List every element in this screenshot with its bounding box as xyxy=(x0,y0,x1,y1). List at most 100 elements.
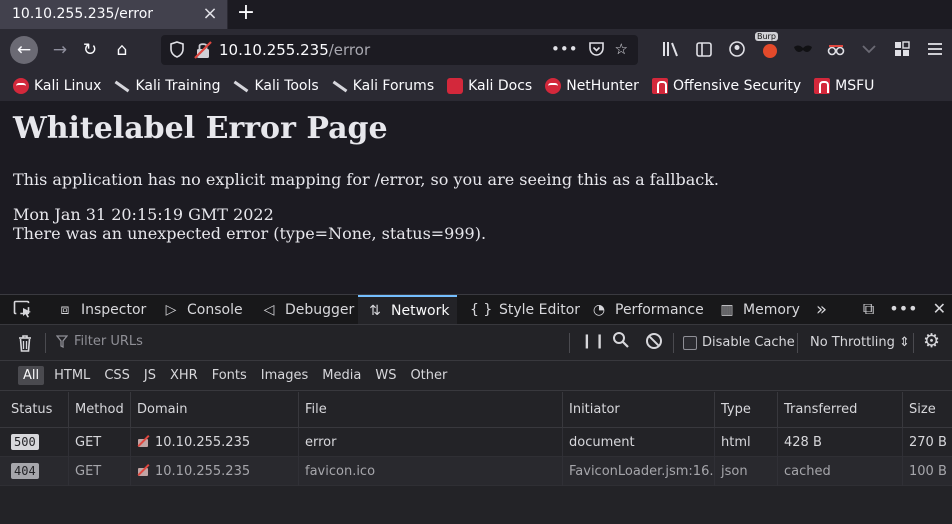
tab-network[interactable]: ⇅ Network xyxy=(358,295,458,324)
home-button[interactable]: ⌂ xyxy=(108,36,136,64)
memory-icon: ▥ xyxy=(720,301,734,318)
cell-initiator: FaviconLoader.jsm:16... xyxy=(562,457,714,486)
more-tabs-chevron-icon[interactable]: » xyxy=(814,295,829,324)
navigation-toolbar: ← → ↻ ⌂ 10.10.255.235/error ••• ☆ Burp xyxy=(0,29,952,71)
cell-transferred: cached xyxy=(777,457,902,486)
column-domain[interactable]: Domain xyxy=(130,392,298,428)
filter-xhr[interactable]: XHR xyxy=(163,366,205,385)
error-message: This application has no explicit mapping… xyxy=(13,170,719,189)
search-icon[interactable] xyxy=(612,331,630,353)
tab-title: 10.10.255.235/error xyxy=(12,6,154,22)
bookmark-msfu[interactable]: MSFU xyxy=(814,78,874,94)
tab-style-editor[interactable]: { } Style Editor xyxy=(466,295,584,324)
forward-button[interactable]: → xyxy=(46,36,74,64)
disable-cache-label: Disable Cache xyxy=(702,335,795,350)
sidebar-icon[interactable] xyxy=(693,38,715,60)
bookmark-kali-docs[interactable]: Kali Docs xyxy=(447,78,532,94)
reload-button[interactable]: ↻ xyxy=(76,36,104,64)
back-button[interactable]: ← xyxy=(10,36,38,64)
page-actions-icon[interactable]: ••• xyxy=(551,40,578,61)
bookmark-star-icon[interactable]: ☆ xyxy=(615,40,628,61)
filter-js[interactable]: JS xyxy=(137,366,163,385)
clear-trash-icon[interactable] xyxy=(15,333,35,353)
filter-ws[interactable]: WS xyxy=(368,366,403,385)
style-editor-icon: { } xyxy=(470,301,493,318)
bookmark-kali-forums[interactable]: Kali Forums xyxy=(332,78,434,94)
offsec-icon xyxy=(651,78,668,94)
bookmark-label: Kali Training xyxy=(135,78,221,94)
bookmark-kali-tools[interactable]: Kali Tools xyxy=(233,78,318,94)
pocket-icon[interactable] xyxy=(588,40,605,61)
tab-console[interactable]: ▷ Console xyxy=(158,295,247,324)
account-icon[interactable] xyxy=(726,38,748,60)
filter-html[interactable]: HTML xyxy=(47,366,97,385)
tab-memory[interactable]: ▥ Memory xyxy=(714,295,804,324)
pause-recording-icon[interactable]: ❙❙ xyxy=(581,333,606,349)
network-toolbar: Filter URLs ❙❙ Disable Cache No Throttli… xyxy=(0,325,952,361)
insecure-lock-icon[interactable] xyxy=(194,40,212,60)
spy-icon[interactable] xyxy=(825,38,847,60)
column-method[interactable]: Method xyxy=(68,392,130,428)
table-row[interactable]: 404 GET 10.10.255.235 favicon.ico Favico… xyxy=(0,457,952,486)
console-icon: ▷ xyxy=(165,301,177,318)
kali-icon xyxy=(13,78,29,94)
settings-gear-icon[interactable]: ⚙ xyxy=(923,330,940,352)
tab-label: Performance xyxy=(615,301,704,318)
domain-text: 10.10.255.235 xyxy=(155,464,251,479)
nethunter-icon xyxy=(545,78,562,94)
column-file[interactable]: File xyxy=(298,392,562,428)
bookmark-nethunter[interactable]: NetHunter xyxy=(545,78,639,94)
column-transferred[interactable]: Transferred xyxy=(777,392,902,428)
mask-icon[interactable] xyxy=(792,38,814,60)
cell-status: 500 xyxy=(0,428,68,457)
bookmark-kali-linux[interactable]: Kali Linux xyxy=(13,78,101,94)
kali-dragon-icon xyxy=(332,78,348,94)
element-picker-icon[interactable] xyxy=(13,300,33,318)
disable-cache-checkbox[interactable] xyxy=(683,336,697,350)
chevron-icon[interactable] xyxy=(858,38,880,60)
close-devtools-icon[interactable]: ✕ xyxy=(933,299,946,319)
burp-icon[interactable]: Burp xyxy=(755,32,781,60)
filter-images[interactable]: Images xyxy=(254,366,316,385)
url-bar[interactable]: 10.10.255.235/error ••• ☆ xyxy=(161,35,638,65)
new-tab-button[interactable]: + xyxy=(234,0,258,25)
library-icon[interactable] xyxy=(660,38,682,60)
tab-performance[interactable]: ◔ Performance xyxy=(586,295,708,324)
cell-size: 100 B xyxy=(902,457,952,486)
tab-close-icon[interactable]: × xyxy=(200,3,220,24)
bookmark-label: Offensive Security xyxy=(672,78,802,94)
tab-debugger[interactable]: ◁ Debugger xyxy=(256,295,358,324)
filter-fonts[interactable]: Fonts xyxy=(205,366,254,385)
extensions-icon[interactable] xyxy=(891,38,913,60)
filter-css[interactable]: CSS xyxy=(97,366,137,385)
throttling-select[interactable]: No Throttling ⇕ xyxy=(810,335,910,350)
tab-label: Inspector xyxy=(81,301,147,318)
column-initiator[interactable]: Initiator xyxy=(562,392,714,428)
page-heading: Whitelabel Error Page xyxy=(13,111,388,146)
block-requests-icon[interactable] xyxy=(646,333,662,349)
filter-other[interactable]: Other xyxy=(403,366,454,385)
dock-icon[interactable]: ⧉ xyxy=(863,299,874,319)
url-text[interactable]: 10.10.255.235/error xyxy=(219,41,370,59)
bookmark-kali-training[interactable]: Kali Training xyxy=(114,78,220,94)
column-size[interactable]: Size xyxy=(902,392,952,428)
table-header: Status Method Domain File Initiator Type… xyxy=(0,392,952,428)
browser-tab-active[interactable]: 10.10.255.235/error × xyxy=(0,0,228,29)
menu-icon[interactable] xyxy=(924,38,946,60)
kali-docs-icon xyxy=(447,78,464,94)
inspector-icon: ⧈ xyxy=(60,301,70,318)
column-type[interactable]: Type xyxy=(714,392,777,428)
table-row[interactable]: 500 GET 10.10.255.235 error document htm… xyxy=(0,428,952,457)
tracking-shield-icon[interactable] xyxy=(170,41,184,58)
cell-file: error xyxy=(298,428,562,457)
status-badge: 404 xyxy=(11,463,39,479)
filter-urls-input[interactable]: Filter URLs xyxy=(56,334,143,349)
bookmark-offensive-security[interactable]: Offensive Security xyxy=(651,78,802,94)
cell-method: GET xyxy=(68,428,130,457)
tab-inspector[interactable]: ⧈ Inspector xyxy=(52,295,150,324)
column-status[interactable]: Status xyxy=(0,392,68,428)
bookmark-label: Kali Docs xyxy=(468,78,533,94)
filter-media[interactable]: Media xyxy=(315,366,368,385)
filter-all[interactable]: All xyxy=(18,366,45,385)
devtools-menu-icon[interactable]: ••• xyxy=(889,299,917,319)
